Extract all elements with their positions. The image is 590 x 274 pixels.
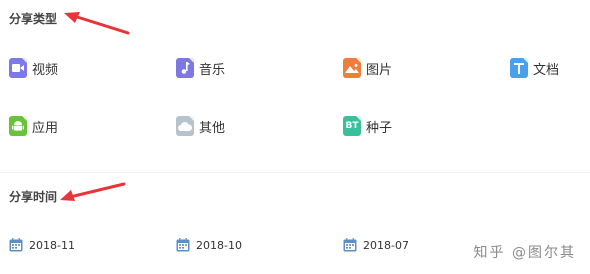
time-item-label: 2018-10 (196, 238, 242, 252)
document-icon (510, 58, 528, 78)
red-arrow-annotation (60, 182, 126, 201)
type-item-app[interactable]: 应用 (9, 116, 58, 136)
time-item-2018-11[interactable]: 2018-11 (9, 238, 75, 252)
calendar-icon (9, 238, 23, 252)
watermark: 知乎 @图尔其 (473, 245, 576, 261)
type-item-music[interactable]: 音乐 (176, 58, 225, 78)
type-item-image[interactable]: 图片 (343, 58, 392, 78)
type-item-label: 种子 (366, 120, 393, 136)
type-item-torrent[interactable]: BT 种子 (343, 116, 392, 136)
type-item-label: 图片 (366, 62, 393, 78)
type-item-label: 文档 (533, 62, 560, 78)
image-icon (343, 58, 361, 78)
time-item-label: 2018-07 (363, 238, 409, 252)
type-item-other[interactable]: 其他 (176, 116, 225, 136)
time-item-2018-10[interactable]: 2018-10 (176, 238, 242, 252)
type-item-label: 应用 (32, 120, 59, 136)
red-arrow-annotation (64, 12, 130, 35)
android-icon (9, 116, 27, 136)
calendar-icon (343, 238, 357, 252)
section-divider (0, 172, 590, 173)
video-icon (9, 58, 27, 78)
type-item-document[interactable]: 文档 (510, 58, 559, 78)
type-item-label: 其他 (199, 120, 226, 136)
music-icon (176, 58, 194, 78)
cloud-icon (176, 116, 194, 136)
share-type-title: 分享类型 (9, 12, 58, 26)
time-item-2018-07[interactable]: 2018-07 (343, 238, 409, 252)
torrent-icon: BT (343, 116, 361, 136)
calendar-icon (176, 238, 190, 252)
time-item-label: 2018-11 (29, 238, 75, 252)
type-item-video[interactable]: 视频 (9, 58, 58, 78)
type-item-label: 音乐 (199, 62, 226, 78)
share-time-title: 分享时间 (9, 190, 58, 204)
type-item-label: 视频 (32, 62, 59, 78)
